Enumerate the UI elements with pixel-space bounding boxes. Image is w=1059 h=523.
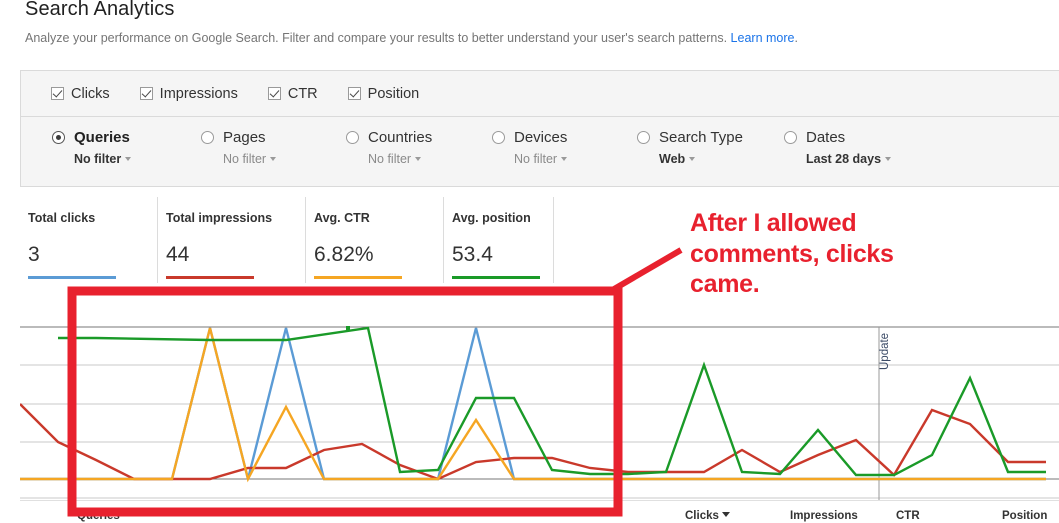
chevron-down-icon — [561, 156, 568, 161]
dimension-filter-label: No filter — [368, 152, 412, 166]
column-header-label: Queries — [77, 510, 120, 522]
dimension-filter-label: No filter — [74, 152, 122, 166]
subtitle-period: . — [794, 31, 798, 45]
total-clicks-label: Total clicks — [28, 211, 96, 225]
dimension-dates[interactable]: Dates Last 28 days — [784, 129, 892, 166]
metric-checkbox-impressions[interactable]: Impressions — [139, 85, 238, 102]
chevron-down-icon — [689, 156, 696, 161]
chevron-down-icon — [125, 156, 132, 161]
total-clicks-underline — [28, 276, 116, 279]
radio-icon — [784, 131, 797, 144]
dimension-pages-head[interactable]: Pages — [201, 129, 276, 146]
checkmark-icon — [347, 87, 361, 100]
avg-ctr-underline — [314, 276, 402, 279]
chart-svg — [20, 326, 1059, 500]
radio-icon — [52, 131, 65, 144]
filter-panel: Clicks Impressions CTR Position Queries — [20, 70, 1059, 187]
column-header-position[interactable]: Position — [1002, 510, 1047, 522]
results-table-header: Queries Clicks Impressions CTR Position — [20, 500, 1059, 523]
radio-icon — [492, 131, 505, 144]
dimension-filter-pages[interactable]: No filter — [223, 152, 277, 166]
dimension-label: Dates — [806, 129, 846, 146]
dimension-filter-label: No filter — [514, 152, 558, 166]
avg-position-card: Avg. position 53.4 — [444, 197, 554, 283]
total-clicks-value: 3 — [28, 243, 40, 266]
avg-ctr-value: 6.82% — [314, 243, 374, 266]
avg-ctr-label: Avg. CTR — [314, 211, 370, 225]
dimension-filter-search-type[interactable]: Web — [659, 152, 743, 166]
dimension-filter-devices[interactable]: No filter — [514, 152, 568, 166]
page-subtitle-text: Analyze your performance on Google Searc… — [25, 31, 728, 45]
search-analytics-chart[interactable] — [20, 300, 1059, 523]
column-header-clicks[interactable]: Clicks — [685, 510, 730, 522]
dimension-label: Countries — [368, 129, 433, 146]
dimension-label: Pages — [223, 129, 266, 146]
chart-gridlines — [20, 326, 1059, 499]
total-impressions-label: Total impressions — [166, 211, 273, 225]
total-impressions-value: 44 — [166, 243, 190, 266]
column-header-ctr[interactable]: CTR — [896, 510, 920, 522]
dimension-label: Queries — [74, 129, 130, 146]
dimension-countries-head[interactable]: Countries — [346, 129, 432, 146]
metric-checkbox-label: Clicks — [71, 85, 110, 102]
avg-position-value: 53.4 — [452, 243, 493, 266]
search-analytics-page: Search Analytics Analyze your performanc… — [0, 0, 1059, 523]
avg-position-underline — [452, 276, 540, 279]
metric-checkbox-ctr[interactable]: CTR — [267, 85, 318, 102]
total-impressions-underline — [166, 276, 254, 279]
dimension-label: Search Type — [659, 129, 743, 146]
annotation-text: After I allowed comments, clicks came. — [690, 209, 894, 298]
radio-icon — [637, 131, 650, 144]
metric-checkbox-label: Impressions — [159, 85, 238, 102]
metric-checkbox-label: Position — [367, 85, 420, 102]
dimension-dates-head[interactable]: Dates — [784, 129, 891, 146]
metric-checkbox-label: CTR — [287, 85, 318, 102]
dimension-label: Devices — [514, 129, 568, 146]
learn-more-link[interactable]: Learn more — [731, 31, 795, 45]
checkmark-icon — [139, 87, 153, 100]
dimension-search-type[interactable]: Search Type Web — [637, 129, 743, 166]
position-data-point — [346, 326, 350, 330]
dimension-countries[interactable]: Countries No filter — [346, 129, 432, 166]
dimension-filter-label: Web — [659, 152, 686, 166]
dimension-filter-label: Last 28 days — [806, 152, 882, 166]
chevron-down-icon — [885, 156, 892, 161]
total-impressions-card: Total impressions 44 — [158, 197, 306, 283]
dimension-filter-label: No filter — [223, 152, 267, 166]
column-header-label: Position — [1002, 510, 1048, 522]
metric-checkbox-clicks[interactable]: Clicks — [51, 86, 110, 102]
avg-position-label: Avg. position — [452, 211, 531, 225]
page-title: Search Analytics — [25, 0, 175, 20]
chevron-down-icon — [415, 156, 422, 161]
dimension-pages[interactable]: Pages No filter — [201, 129, 277, 166]
column-header-label: Impressions — [790, 510, 858, 522]
column-header-label: CTR — [896, 510, 920, 522]
dimension-radio-row: Queries No filter Pages No filter Countr… — [21, 118, 1059, 187]
avg-ctr-card: Avg. CTR 6.82% — [306, 197, 444, 283]
dimension-search-type-head[interactable]: Search Type — [637, 129, 743, 146]
dimension-devices[interactable]: Devices No filter — [492, 129, 567, 166]
checkmark-icon — [267, 87, 281, 100]
radio-icon — [201, 131, 214, 144]
sort-descending-icon — [721, 512, 730, 518]
radio-icon — [346, 131, 359, 144]
column-header-label: Clicks — [685, 510, 719, 522]
dimension-filter-queries[interactable]: No filter — [74, 152, 132, 166]
page-subtitle: Analyze your performance on Google Searc… — [25, 31, 798, 45]
column-header-impressions[interactable]: Impressions — [790, 510, 858, 522]
dimension-filter-countries[interactable]: No filter — [368, 152, 432, 166]
dimension-devices-head[interactable]: Devices — [492, 129, 567, 146]
metric-checkbox-row: Clicks Impressions CTR Position — [21, 71, 1059, 117]
update-annotation-label: Update — [879, 332, 891, 370]
column-header-queries[interactable]: Queries — [77, 510, 120, 522]
chevron-down-icon — [270, 156, 277, 161]
dimension-queries-head[interactable]: Queries — [52, 129, 131, 146]
dimension-queries[interactable]: Queries No filter — [52, 129, 132, 166]
total-clicks-card: Total clicks 3 — [20, 197, 158, 283]
chart-line-position — [58, 326, 1046, 477]
checkmark-icon — [51, 87, 64, 100]
dimension-filter-dates[interactable]: Last 28 days — [806, 152, 892, 166]
metric-checkbox-position[interactable]: Position — [347, 85, 420, 102]
